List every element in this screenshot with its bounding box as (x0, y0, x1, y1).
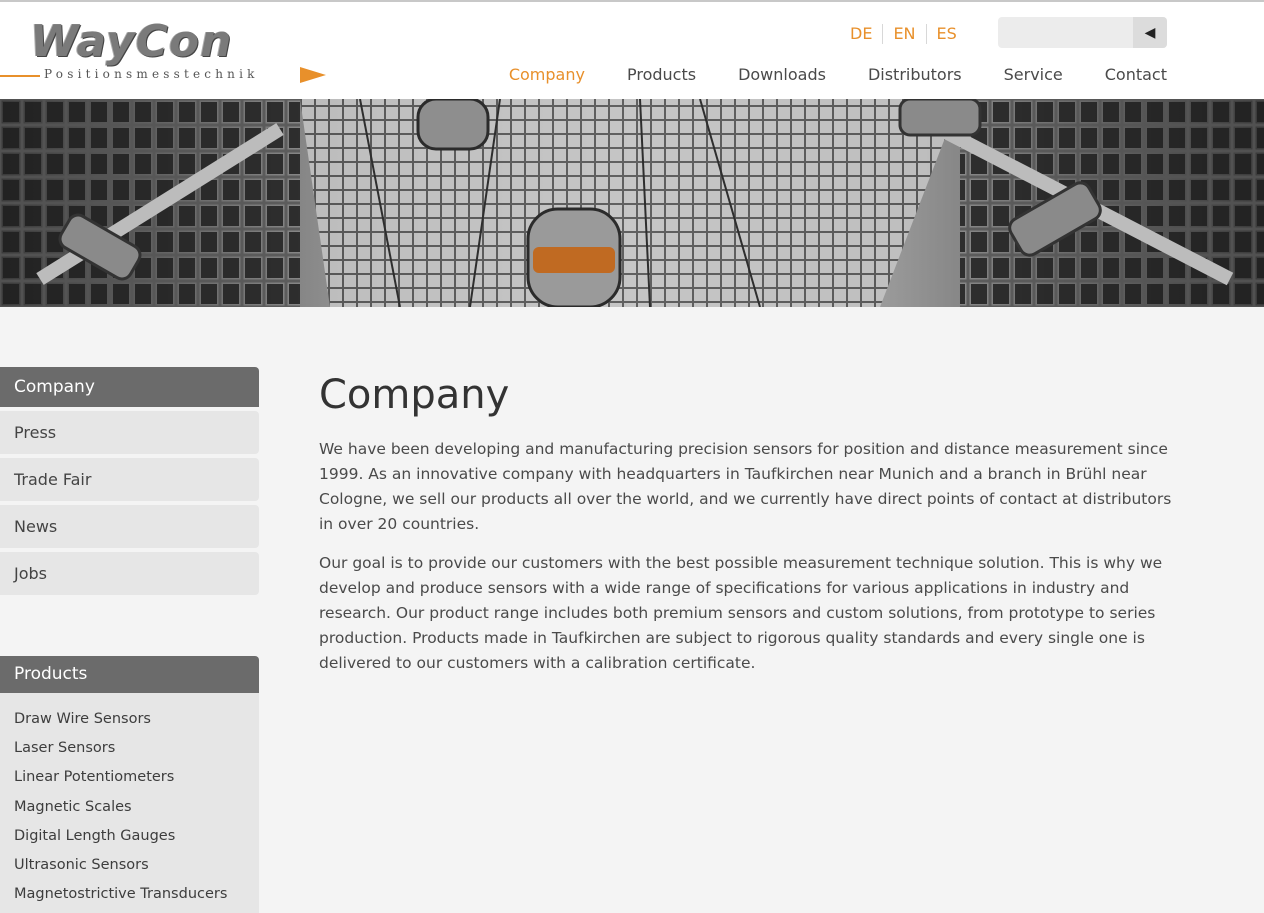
product-link[interactable]: Ultrasonic Sensors (0, 851, 259, 880)
product-link[interactable]: Laser Sensors (0, 734, 259, 763)
goal-paragraph: Our goal is to provide our customers wit… (319, 554, 1163, 672)
nav-company[interactable]: Company (509, 65, 585, 84)
lang-es-link[interactable]: ES (925, 24, 967, 44)
nav-contact[interactable]: Contact (1105, 65, 1167, 84)
sidebar-item-news[interactable]: News (0, 505, 259, 548)
nav-service[interactable]: Service (1004, 65, 1063, 84)
product-link[interactable]: Draw Wire Sensors (0, 705, 259, 734)
product-link[interactable]: Digital Length Gauges (0, 822, 259, 851)
search-box: ◀ (998, 17, 1167, 48)
nav-downloads[interactable]: Downloads (738, 65, 826, 84)
product-link[interactable]: Linear Potentiometers (0, 763, 259, 792)
page-title: Company (319, 372, 510, 418)
sidebar-products-group: Products Draw Wire Sensors Laser Sensors… (0, 656, 259, 913)
language-switcher: DE EN ES (840, 24, 967, 44)
product-link[interactable]: Magnetic Scales (0, 793, 259, 822)
sidebar-item-jobs[interactable]: Jobs (0, 552, 259, 595)
sidebar-products-heading[interactable]: Products (0, 656, 259, 693)
products-list: Draw Wire Sensors Laser Sensors Linear P… (0, 693, 259, 913)
search-submit-button[interactable]: ◀ (1133, 17, 1167, 48)
logo-tagline: Positionsmesstechnik (44, 67, 259, 81)
intro-paragraph: We have been developing and manufacturin… (319, 440, 1172, 533)
lang-de-link[interactable]: DE (840, 24, 882, 44)
search-input[interactable] (998, 17, 1132, 48)
logo-wordmark: WayCon (30, 16, 233, 67)
nav-products[interactable]: Products (627, 65, 696, 84)
sidebar-item-press[interactable]: Press (0, 411, 259, 454)
sidebar-item-trade-fair[interactable]: Trade Fair (0, 458, 259, 501)
main-content: Company We have been developing and manu… (319, 370, 1179, 690)
nav-distributors[interactable]: Distributors (868, 65, 962, 84)
waycon-logo[interactable]: WayCon Positionsmesstechnik (0, 20, 330, 90)
hero-illustration (0, 99, 1264, 307)
product-link[interactable]: Magnetostrictive Transducers (0, 880, 259, 909)
lang-en-link[interactable]: EN (882, 24, 925, 44)
main-nav: Company Products Downloads Distributors … (467, 65, 1167, 84)
sidebar-company-heading[interactable]: Company (0, 367, 259, 407)
logo-arrow-icon (300, 67, 326, 83)
arrow-left-icon: ◀ (1144, 24, 1156, 41)
sidebar-company-group: Company Press Trade Fair News Jobs (0, 367, 259, 595)
logo-orange-line (0, 75, 40, 77)
hero-image-elevators (0, 99, 1264, 307)
site-header: WayCon Positionsmesstechnik DE EN ES ◀ C… (0, 0, 1264, 99)
